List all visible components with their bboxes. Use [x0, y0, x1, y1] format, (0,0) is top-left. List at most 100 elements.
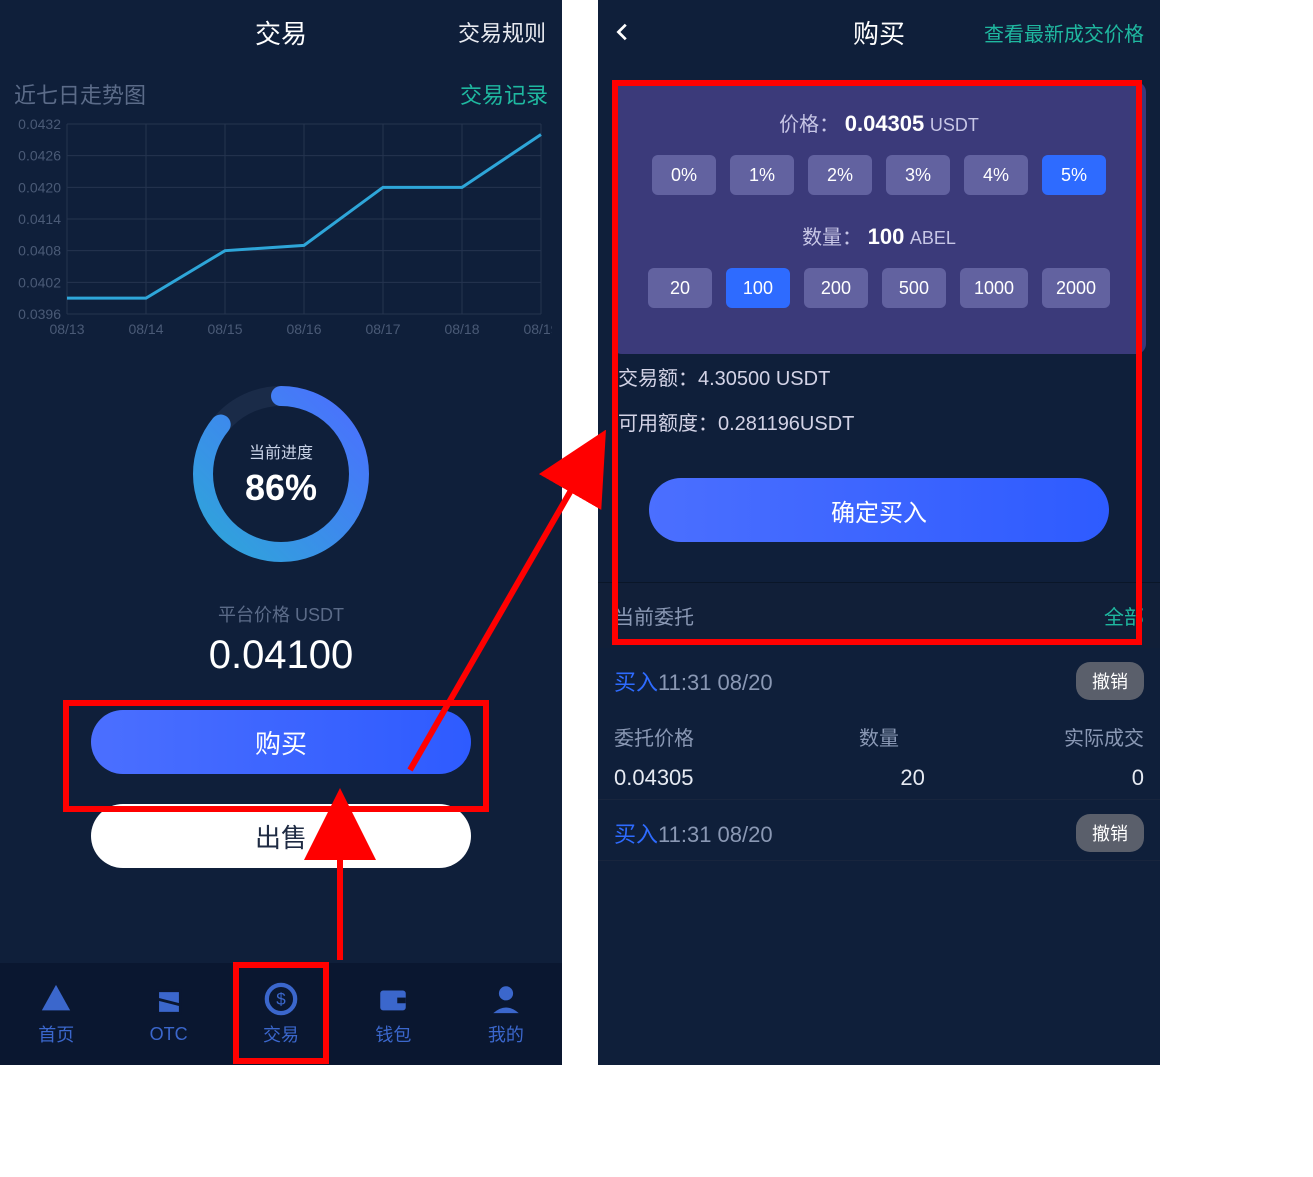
- nav-trade-label: 交易: [263, 1021, 299, 1047]
- svg-text:08/16: 08/16: [286, 321, 321, 337]
- progress-ring: 当前进度 86%: [186, 379, 376, 569]
- order-all-link[interactable]: 全部: [1104, 601, 1144, 630]
- volume-value: 4.30500 USDT: [698, 368, 830, 390]
- order-side: 买入: [614, 670, 658, 695]
- price-label: 价格：: [779, 114, 839, 136]
- buy-button[interactable]: 购买: [91, 710, 471, 774]
- percent-chip[interactable]: 2%: [808, 155, 872, 195]
- val-qty: 20: [900, 765, 924, 791]
- left-top-bar: 交易 交易规则: [0, 0, 562, 64]
- nav-wallet[interactable]: 钱包: [337, 963, 449, 1065]
- svg-text:08/14: 08/14: [128, 321, 163, 337]
- order-item: 买入11:31 08/20 撤销: [598, 800, 1160, 861]
- nav-wallet-label: 钱包: [375, 1021, 411, 1047]
- rules-link[interactable]: 交易规则: [458, 16, 546, 48]
- progress-value: 86%: [245, 467, 317, 509]
- svg-text:0.0402: 0.0402: [18, 274, 61, 290]
- wallet-icon: [375, 981, 411, 1017]
- nav-mine[interactable]: 我的: [450, 963, 562, 1065]
- percent-chip[interactable]: 5%: [1042, 155, 1106, 195]
- back-button[interactable]: [612, 21, 634, 43]
- nav-otc[interactable]: OTC: [112, 963, 224, 1065]
- cancel-order-button[interactable]: 撤销: [1076, 814, 1144, 852]
- nav-home[interactable]: 首页: [0, 963, 112, 1065]
- qty-chip-row: 20 100 200 500 1000 2000: [628, 268, 1130, 308]
- svg-text:0.0432: 0.0432: [18, 118, 61, 132]
- percent-chip[interactable]: 3%: [886, 155, 950, 195]
- bottom-nav: 首页 OTC $ 交易 钱包 我的: [0, 963, 562, 1065]
- order-side: 买入: [614, 822, 658, 847]
- avail-label: 可用额度：: [618, 413, 718, 435]
- svg-text:08/17: 08/17: [365, 321, 400, 337]
- nav-mine-label: 我的: [488, 1021, 524, 1047]
- right-page-title: 购买: [853, 14, 905, 51]
- price-label: 平台价格 USDT: [0, 601, 562, 627]
- right-top-bar: 购买 查看最新成交价格: [598, 0, 1160, 64]
- platform-price: 平台价格 USDT 0.04100: [0, 581, 562, 686]
- qty-chip[interactable]: 100: [726, 268, 790, 308]
- order-list: 当前委托 全部 买入11:31 08/20撤销委托价格数量实际成交0.04305…: [598, 582, 1160, 861]
- svg-text:08/18: 08/18: [444, 321, 479, 337]
- price-value: 0.04100: [0, 633, 562, 678]
- sell-button[interactable]: 出售: [91, 804, 471, 868]
- cancel-order-button[interactable]: 撤销: [1076, 662, 1144, 700]
- percent-chip[interactable]: 1%: [730, 155, 794, 195]
- price-value: 0.04305: [845, 111, 925, 136]
- percent-chip[interactable]: 4%: [964, 155, 1028, 195]
- order-header-label: 当前委托: [614, 601, 694, 630]
- qty-chip[interactable]: 1000: [960, 268, 1028, 308]
- qty-unit: ABEL: [910, 228, 956, 248]
- latest-price-link[interactable]: 查看最新成交价格: [984, 18, 1144, 47]
- svg-text:0.0426: 0.0426: [18, 148, 61, 164]
- trend-chart: 0.0396 0.0402 0.0408 0.0414 0.0420 0.0426 0.04…: [0, 118, 562, 351]
- col-price: 委托价格: [614, 722, 694, 751]
- user-icon: [488, 981, 524, 1017]
- volume-label: 交易额：: [618, 368, 698, 390]
- svg-text:08/19: 08/19: [523, 321, 552, 337]
- svg-text:$: $: [276, 990, 286, 1009]
- otc-icon: [151, 984, 187, 1020]
- buy-screen: 购买 查看最新成交价格 价格： 0.04305 USDT 0% 1% 2% 3% 4% 5…: [598, 0, 1160, 1065]
- trade-screen: 交易 交易规则 近七日走势图 交易记录 0.03960.04020.04080.…: [0, 0, 562, 1065]
- order-list-header: 当前委托 全部: [598, 583, 1160, 648]
- progress-label: 当前进度: [249, 439, 313, 463]
- avail-line: 可用额度：0.281196USDT: [598, 399, 1160, 444]
- order-time: 11:31 08/20: [658, 670, 773, 695]
- svg-text:0.0408: 0.0408: [18, 243, 61, 259]
- progress-center: 当前进度 86%: [186, 379, 376, 569]
- qty-label: 数量：: [802, 227, 862, 249]
- order-card: 价格： 0.04305 USDT 0% 1% 2% 3% 4% 5% 数量： 100 AB…: [612, 82, 1146, 354]
- trend-header-row: 近七日走势图 交易记录: [0, 64, 562, 118]
- nav-home-label: 首页: [38, 1021, 74, 1047]
- qty-chip[interactable]: 200: [804, 268, 868, 308]
- percent-chip[interactable]: 0%: [652, 155, 716, 195]
- qty-chip[interactable]: 2000: [1042, 268, 1110, 308]
- nav-trade[interactable]: $ 交易: [225, 963, 337, 1065]
- svg-text:0.0396: 0.0396: [18, 306, 61, 322]
- trade-icon: $: [263, 981, 299, 1017]
- col-filled: 实际成交: [1064, 722, 1144, 751]
- page-title: 交易: [255, 14, 307, 51]
- trend-label: 近七日走势图: [14, 78, 146, 110]
- svg-text:08/13: 08/13: [49, 321, 84, 337]
- order-time: 11:31 08/20: [658, 822, 773, 847]
- qty-chip[interactable]: 20: [648, 268, 712, 308]
- qty-row: 数量： 100 ABEL: [628, 221, 1130, 250]
- svg-text:08/15: 08/15: [207, 321, 242, 337]
- home-icon: [38, 981, 74, 1017]
- val-price: 0.04305: [614, 765, 694, 791]
- val-filled: 0: [1132, 765, 1144, 791]
- price-unit: USDT: [930, 115, 979, 135]
- percent-chip-row: 0% 1% 2% 3% 4% 5%: [628, 155, 1130, 195]
- order-item: 买入11:31 08/20 撤销委托价格 数量 实际成交 0.04305 20 0: [598, 648, 1160, 800]
- nav-otc-label: OTC: [150, 1024, 188, 1045]
- confirm-buy-button[interactable]: 确定买入: [649, 478, 1109, 542]
- qty-value: 100: [868, 224, 905, 249]
- price-row: 价格： 0.04305 USDT: [628, 108, 1130, 137]
- progress-ring-wrap: 当前进度 86%: [0, 351, 562, 581]
- svg-text:0.0414: 0.0414: [18, 211, 61, 227]
- records-link[interactable]: 交易记录: [460, 78, 548, 110]
- svg-text:0.0420: 0.0420: [18, 179, 61, 195]
- qty-chip[interactable]: 500: [882, 268, 946, 308]
- col-qty: 数量: [859, 722, 899, 751]
